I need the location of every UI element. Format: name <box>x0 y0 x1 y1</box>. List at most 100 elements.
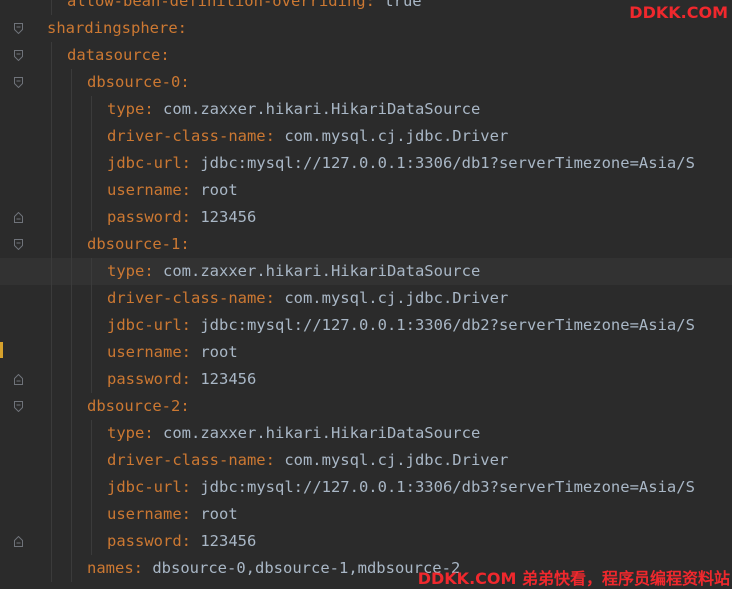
code-line[interactable]: username: root <box>0 501 732 528</box>
yaml-key: jdbc-url <box>107 154 182 172</box>
code-editor[interactable]: allow-bean-definition-overriding: true sh… <box>0 0 732 589</box>
yaml-value: com.zaxxer.hikari.HikariDataSource <box>153 262 481 280</box>
code-line[interactable]: driver-class-name: com.mysql.cj.jdbc.Dri… <box>0 285 732 312</box>
indent-guide <box>51 42 52 69</box>
yaml-value: com.mysql.cj.jdbc.Driver <box>274 127 509 145</box>
indent-guide <box>71 366 72 393</box>
watermark-top: DDKK.COM <box>629 3 728 22</box>
code-line[interactable]: jdbc-url: jdbc:mysql://127.0.0.1:3306/db… <box>0 474 732 501</box>
code-text: driver-class-name: com.mysql.cj.jdbc.Dri… <box>107 289 509 307</box>
fold-open-icon[interactable] <box>14 77 23 88</box>
yaml-key: driver-class-name <box>107 127 266 145</box>
indent-guide <box>71 474 72 501</box>
code-text: username: root <box>107 181 238 199</box>
yaml-key: dbsource-1 <box>87 235 181 253</box>
code-line[interactable]: type: com.zaxxer.hikari.HikariDataSource <box>0 96 732 123</box>
fold-close-icon[interactable] <box>14 374 23 385</box>
yaml-key: dbsource-2 <box>87 397 181 415</box>
yaml-key: type <box>107 100 145 118</box>
code-line[interactable]: driver-class-name: com.mysql.cj.jdbc.Dri… <box>0 123 732 150</box>
code-line[interactable]: dbsource-2: <box>0 393 732 420</box>
yaml-key: allow-bean-definition-overriding <box>67 0 366 10</box>
indent-guide <box>51 231 52 258</box>
code-text: jdbc-url: jdbc:mysql://127.0.0.1:3306/db… <box>107 154 695 172</box>
indent-guide <box>71 177 72 204</box>
indent-guide <box>71 447 72 474</box>
code-text: datasource: <box>67 46 170 64</box>
indent-guide <box>91 501 92 528</box>
code-text: username: root <box>107 343 238 361</box>
code-line[interactable]: username: root <box>0 177 732 204</box>
indent-guide <box>51 96 52 123</box>
indent-guide <box>71 96 72 123</box>
code-text: dbsource-2: <box>87 397 190 415</box>
indent-guide <box>91 366 92 393</box>
code-line[interactable]: jdbc-url: jdbc:mysql://127.0.0.1:3306/db… <box>0 312 732 339</box>
code-line[interactable]: type: com.zaxxer.hikari.HikariDataSource <box>0 258 732 285</box>
fold-open-icon[interactable] <box>14 239 23 250</box>
indent-guide <box>71 312 72 339</box>
code-line[interactable]: jdbc-url: jdbc:mysql://127.0.0.1:3306/db… <box>0 150 732 177</box>
yaml-key: datasource <box>67 46 161 64</box>
indent-guide <box>91 204 92 231</box>
indent-guide <box>91 474 92 501</box>
code-text: type: com.zaxxer.hikari.HikariDataSource <box>107 100 481 118</box>
yaml-key: driver-class-name <box>107 451 266 469</box>
fold-close-icon[interactable] <box>14 212 23 223</box>
yaml-value: jdbc:mysql://127.0.0.1:3306/db2?serverTi… <box>191 316 695 334</box>
indent-guide <box>71 150 72 177</box>
fold-open-icon[interactable] <box>14 23 23 34</box>
indent-guide <box>91 258 92 285</box>
yaml-key: jdbc-url <box>107 478 182 496</box>
indent-guide <box>71 393 72 420</box>
code-line[interactable]: datasource: <box>0 42 732 69</box>
yaml-key: username <box>107 181 182 199</box>
code-text: jdbc-url: jdbc:mysql://127.0.0.1:3306/db… <box>107 316 695 334</box>
yaml-value: 123456 <box>191 370 257 388</box>
yaml-key: names <box>87 559 134 577</box>
yaml-key: driver-class-name <box>107 289 266 307</box>
indent-guide <box>51 393 52 420</box>
code-line[interactable]: type: com.zaxxer.hikari.HikariDataSource <box>0 420 732 447</box>
indent-guide <box>71 555 72 582</box>
code-text: password: 123456 <box>107 208 257 226</box>
indent-guide <box>51 447 52 474</box>
code-line[interactable]: dbsource-0: <box>0 69 732 96</box>
yaml-value: com.mysql.cj.jdbc.Driver <box>274 451 509 469</box>
indent-guide <box>91 312 92 339</box>
indent-guide <box>91 123 92 150</box>
indent-guide <box>51 177 52 204</box>
indent-guide <box>51 312 52 339</box>
code-line[interactable]: dbsource-1: <box>0 231 732 258</box>
indent-guide <box>51 69 52 96</box>
fold-open-icon[interactable] <box>14 401 23 412</box>
code-line[interactable]: driver-class-name: com.mysql.cj.jdbc.Dri… <box>0 447 732 474</box>
indent-guide <box>51 528 52 555</box>
yaml-key: type <box>107 424 145 442</box>
fold-close-icon[interactable] <box>14 536 23 547</box>
code-line[interactable]: allow-bean-definition-overriding: true <box>0 0 732 15</box>
code-text: password: 123456 <box>107 370 257 388</box>
indent-guide <box>71 420 72 447</box>
yaml-key: username <box>107 343 182 361</box>
code-line[interactable]: shardingsphere: <box>0 15 732 42</box>
fold-open-icon[interactable] <box>14 50 23 61</box>
indent-guide <box>91 177 92 204</box>
code-text: driver-class-name: com.mysql.cj.jdbc.Dri… <box>107 451 509 469</box>
code-line[interactable]: username: root <box>0 339 732 366</box>
code-line[interactable]: password: 123456 <box>0 528 732 555</box>
code-text: username: root <box>107 505 238 523</box>
change-marker <box>0 342 3 358</box>
indent-guide <box>91 528 92 555</box>
code-text: jdbc-url: jdbc:mysql://127.0.0.1:3306/db… <box>107 478 695 496</box>
indent-guide <box>51 258 52 285</box>
indent-guide <box>71 339 72 366</box>
indent-guide <box>91 447 92 474</box>
indent-guide <box>71 123 72 150</box>
indent-guide <box>51 474 52 501</box>
yaml-key: jdbc-url <box>107 316 182 334</box>
code-line[interactable]: password: 123456 <box>0 366 732 393</box>
yaml-value: dbsource-0,dbsource-1,mdbsource-2 <box>143 559 461 577</box>
code-line[interactable]: password: 123456 <box>0 204 732 231</box>
yaml-value: jdbc:mysql://127.0.0.1:3306/db3?serverTi… <box>191 478 695 496</box>
